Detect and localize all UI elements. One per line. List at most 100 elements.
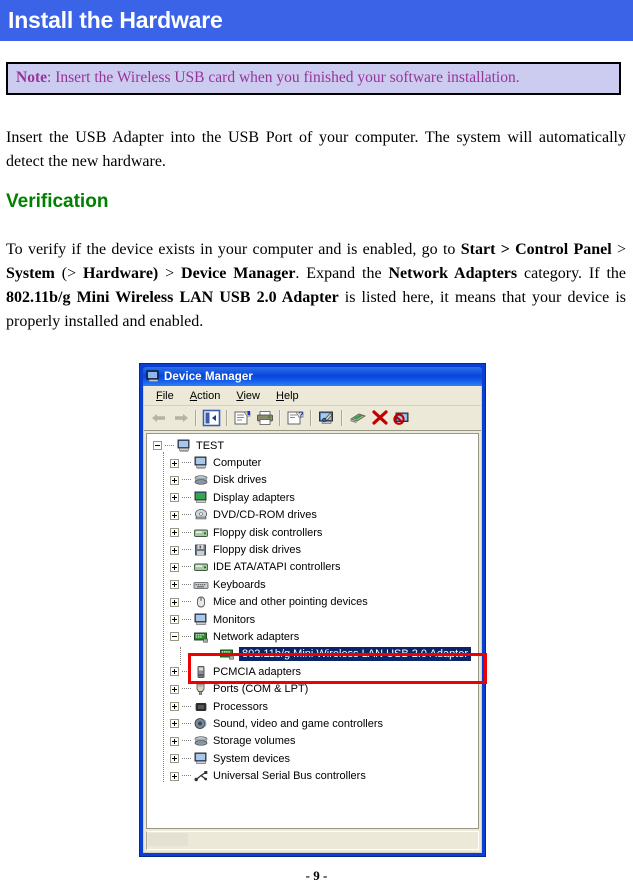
expand-plus-icon[interactable] (170, 754, 179, 764)
verification-paragraph: To verify if the device exists in your c… (6, 238, 626, 334)
help-icon[interactable]: ? (285, 408, 306, 428)
tree-item[interactable]: Floppy disk controllers (147, 524, 478, 541)
tree-item[interactable]: Disk drives (147, 472, 478, 489)
controller-icon (193, 526, 209, 540)
expand-plus-icon[interactable] (170, 667, 179, 677)
expand-plus-icon[interactable] (170, 580, 179, 590)
section-heading-verification: Verification (6, 191, 109, 212)
back-icon[interactable] (148, 408, 169, 428)
expand-plus-icon[interactable] (170, 562, 179, 572)
expand-plus-icon[interactable] (170, 545, 179, 555)
footer-page-number: - 9 - (305, 868, 328, 883)
computer-icon (176, 439, 192, 453)
tree-rows-container: TEST Computer Disk drives Display adapters D… (147, 437, 478, 785)
disable-icon[interactable] (391, 408, 412, 428)
tree-item[interactable]: System devices (147, 750, 478, 767)
tree-item-label: Sound, video and game controllers (213, 717, 383, 730)
cdrom-icon (193, 508, 209, 522)
tree-connector (182, 531, 191, 534)
tree-item-label: Floppy disk controllers (213, 526, 323, 539)
verify-bold-5: Network Adapters (388, 265, 518, 282)
device-manager-titlebar[interactable]: Device Manager (143, 367, 482, 386)
expand-plus-icon[interactable] (170, 493, 179, 503)
tree-connector (182, 566, 191, 568)
tree-item-label: Monitors (213, 613, 256, 626)
tree-item-label: IDE ATA/ATAPI controllers (213, 561, 341, 574)
tree-item[interactable]: Ports (COM & LPT) (147, 680, 478, 697)
expand-plus-icon[interactable] (170, 702, 179, 712)
tree-connector (182, 722, 191, 725)
print-icon[interactable] (254, 408, 275, 428)
tree-item[interactable]: Storage volumes (147, 733, 478, 750)
menu-item-action[interactable]: Action (183, 389, 230, 403)
expand-plus-icon[interactable] (170, 719, 179, 729)
tree-connector (182, 479, 191, 481)
controller-icon (193, 560, 209, 574)
intro-paragraph: Insert the USB Adapter into the USB Port… (6, 129, 626, 170)
page-banner: Install the Hardware (0, 0, 633, 41)
tree-item[interactable]: Network adapters (147, 628, 478, 645)
tree-connector (182, 601, 191, 603)
note-separator: : (47, 69, 56, 86)
expand-plus-icon[interactable] (170, 528, 179, 538)
system-device-icon (193, 752, 209, 766)
tree-item-label: Display adapters (213, 491, 295, 504)
properties-icon[interactable] (232, 408, 253, 428)
tree-item[interactable]: Keyboards (147, 576, 478, 593)
tree-item[interactable]: PCMCIA adapters (147, 663, 478, 680)
tree-item[interactable]: Sound, video and game controllers (147, 715, 478, 732)
expand-plus-icon[interactable] (170, 684, 179, 694)
tree-item[interactable]: IDE ATA/ATAPI controllers (147, 559, 478, 576)
note-body: Insert the Wireless USB card when you fi… (55, 69, 520, 86)
uninstall-icon[interactable] (369, 408, 390, 428)
disk-drive-icon (193, 473, 209, 487)
update-driver-icon[interactable] (347, 408, 368, 428)
forward-icon[interactable] (170, 408, 191, 428)
tree-connector (182, 583, 191, 586)
tree-item[interactable]: Computer (147, 454, 478, 471)
expand-plus-icon[interactable] (170, 736, 179, 746)
network-adapter-icon (193, 630, 209, 644)
tree-item-label: TEST (196, 439, 225, 452)
tree-connector (182, 740, 191, 742)
svg-text:?: ? (298, 410, 303, 420)
sound-icon (193, 717, 209, 731)
tree-item[interactable]: Mice and other pointing devices (147, 594, 478, 611)
tree-item[interactable]: TEST (147, 437, 478, 454)
verify-bold-1: Start > Control Panel (460, 241, 612, 258)
expand-plus-icon[interactable] (170, 597, 179, 607)
show-console-tree-icon[interactable] (201, 408, 222, 428)
note-callout: Note: Insert the Wireless USB card when … (6, 62, 621, 95)
expand-plus-icon[interactable] (170, 510, 179, 520)
computer-icon (193, 456, 209, 470)
tree-item[interactable]: Processors (147, 698, 478, 715)
expand-plus-icon[interactable] (170, 771, 179, 781)
tree-item-selected[interactable]: 802.11b/g Mini Wireless LAN USB 2.0 Adap… (147, 646, 478, 663)
verify-text-2: > (611, 241, 626, 258)
tree-connector (182, 496, 191, 499)
tree-item-label: Storage volumes (213, 735, 296, 748)
tree-item[interactable]: Monitors (147, 611, 478, 628)
menu-item-help[interactable]: Help (269, 389, 308, 403)
collapse-minus-icon[interactable] (170, 632, 179, 642)
verify-bold-3: Hardware) (83, 265, 159, 282)
tree-item[interactable]: Display adapters (147, 489, 478, 506)
verify-bold-4: Device Manager (181, 265, 296, 282)
device-manager-body: File Action View Help ? TEST Computer Di… (143, 386, 482, 853)
tree-item[interactable]: Universal Serial Bus controllers (147, 767, 478, 784)
expand-plus-icon[interactable] (170, 615, 179, 625)
tree-item[interactable]: DVD/CD-ROM drives (147, 507, 478, 524)
expand-plus-icon[interactable] (170, 475, 179, 485)
device-manager-tree[interactable]: TEST Computer Disk drives Display adapters D… (146, 433, 479, 829)
toolbar-separator (195, 410, 197, 426)
device-manager-menubar: File Action View Help (144, 386, 481, 406)
menu-item-file[interactable]: File (149, 389, 183, 403)
expand-plus-icon[interactable] (170, 458, 179, 468)
scan-hardware-changes-icon[interactable] (316, 408, 337, 428)
tree-item-label: Mice and other pointing devices (213, 596, 368, 609)
tree-item[interactable]: Floppy disk drives (147, 541, 478, 558)
processor-icon (193, 700, 209, 714)
collapse-minus-icon[interactable] (153, 441, 162, 451)
tree-item-label: Processors (213, 700, 269, 713)
menu-item-view[interactable]: View (229, 389, 269, 403)
